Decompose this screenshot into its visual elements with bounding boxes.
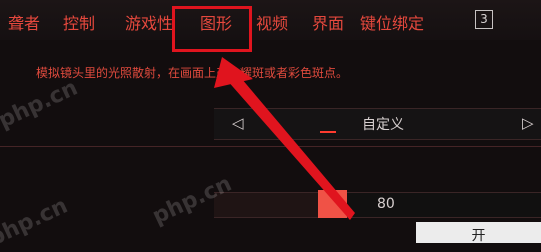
annotation-arrow-icon (214, 57, 355, 220)
